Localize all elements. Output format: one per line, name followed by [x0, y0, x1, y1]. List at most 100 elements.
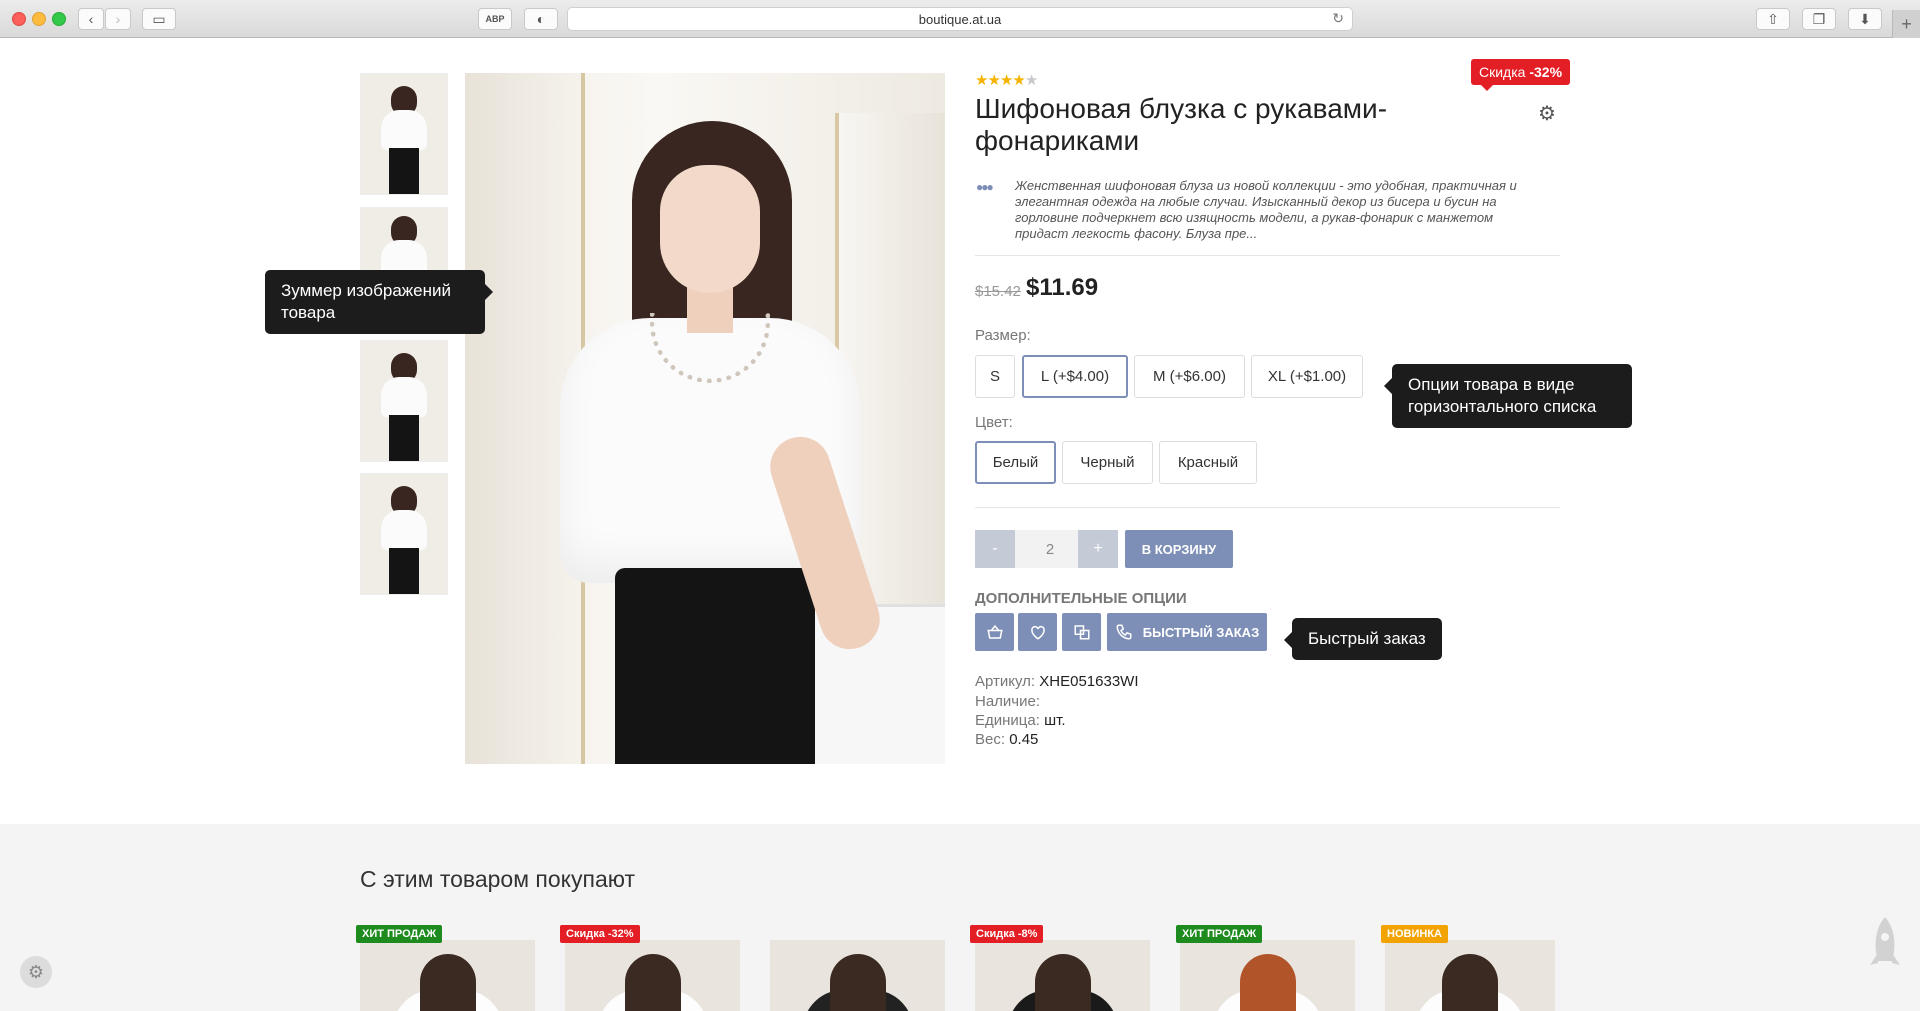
size-option-selected[interactable]: L (+$4.00) — [1022, 355, 1128, 398]
downloads-button[interactable]: ⬇ — [1848, 8, 1882, 30]
heart-icon — [1030, 625, 1045, 640]
shield-icon: ◐ — [536, 11, 546, 27]
color-option-selected[interactable]: Белый — [975, 441, 1056, 484]
star-icon: ★ — [999, 72, 1013, 89]
star-icon: ★ — [975, 72, 988, 89]
size-option[interactable]: M (+$6.00) — [1134, 355, 1245, 398]
size-label: Размер: — [975, 327, 1031, 344]
thumbnail-figure-blouse — [381, 377, 427, 417]
chevron-left-icon: ‹ — [88, 11, 94, 27]
product-description: Женственная шифоновая блуза из новой кол… — [1015, 178, 1517, 241]
add-to-cart-icon-button[interactable] — [975, 613, 1014, 651]
extra-options-label: ДОПОЛНИТЕЛЬНЫЕ ОПЦИИ — [975, 590, 1187, 607]
forward-button[interactable]: › — [105, 8, 131, 30]
card-figure-hair — [624, 954, 681, 1011]
reload-icon[interactable]: ↻ — [1332, 10, 1344, 27]
options-tooltip: Опции товара в виде горизонтального спис… — [1384, 364, 1632, 428]
related-products-section — [0, 824, 1920, 1011]
weight-label: Вес: — [975, 731, 1006, 748]
related-product-card[interactable] — [1180, 940, 1355, 1011]
star-empty-icon: ★ — [1024, 72, 1038, 89]
product-thumbnail[interactable] — [360, 340, 448, 462]
adblock-button[interactable]: ABP — [478, 8, 512, 30]
discount-prefix: Скидка — [1479, 64, 1530, 80]
related-products-title: С этим товаром покупают — [360, 866, 636, 892]
old-price: $15.42 — [975, 283, 1021, 300]
thumbnail-figure-blouse — [381, 510, 427, 550]
star-icon: ★ — [987, 72, 1000, 89]
hit-badge: ХИТ ПРОДАЖ — [356, 925, 443, 943]
new-price: $11.69 — [1026, 274, 1099, 301]
new-badge: НОВИНКА — [1381, 925, 1448, 943]
card-figure-hair — [1239, 954, 1296, 1011]
thumbnail-figure-blouse — [381, 110, 427, 150]
compare-icon — [1074, 625, 1089, 640]
product-main-image[interactable] — [465, 73, 945, 764]
quantity-input[interactable]: 2 — [1015, 530, 1085, 568]
unit-value: шт. — [1044, 712, 1066, 729]
minimize-window-button[interactable] — [32, 12, 46, 26]
color-option[interactable]: Красный — [1159, 441, 1257, 484]
extension-button[interactable]: ◐ — [524, 8, 558, 30]
color-option[interactable]: Черный — [1062, 441, 1153, 484]
discount-badge: Скидка -32% — [560, 925, 640, 943]
product-thumbnail[interactable] — [360, 73, 448, 195]
related-product-card[interactable] — [975, 940, 1150, 1011]
sidebar-icon: ▭ — [152, 10, 166, 27]
basket-icon — [986, 624, 1003, 639]
gear-icon: ⚙ — [27, 961, 45, 982]
thumbnail-figure-skirt — [389, 415, 419, 461]
card-figure-hair — [1034, 954, 1091, 1011]
product-thumbnail[interactable] — [360, 473, 448, 595]
settings-button[interactable]: ⚙ — [20, 956, 52, 988]
quantity-decrease-button[interactable]: - — [975, 530, 1015, 568]
divider — [975, 255, 1560, 256]
unit-label: Единица: — [975, 712, 1040, 729]
size-option[interactable]: S — [975, 355, 1015, 398]
hit-badge: ХИТ ПРОДАЖ — [1176, 925, 1263, 943]
download-icon: ⬇ — [1859, 10, 1871, 27]
related-product-card[interactable] — [770, 940, 945, 1011]
divider — [975, 507, 1560, 508]
star-icon: ★ — [1012, 72, 1025, 89]
quick-order-button[interactable]: БЫСТРЫЙ ЗАКАЗ — [1107, 613, 1267, 651]
zoom-tooltip: Зуммер изображений товара — [265, 270, 493, 334]
address-bar[interactable]: boutique.at.ua ↻ — [567, 7, 1353, 31]
card-figure-hair — [1442, 954, 1498, 1011]
add-to-cart-button[interactable]: В КОРЗИНУ — [1125, 530, 1233, 568]
url-text: boutique.at.ua — [918, 11, 1002, 27]
zoom-window-button[interactable] — [52, 12, 66, 26]
tabs-icon: ❐ — [1812, 10, 1826, 27]
card-figure-hair — [829, 954, 886, 1011]
quantity-increase-button[interactable]: + — [1078, 530, 1118, 568]
unit-row: Единица: шт. — [975, 712, 1066, 729]
sidebar-toggle-button[interactable]: ▭ — [142, 8, 176, 30]
adblock-icon: ABP — [485, 14, 505, 24]
plus-icon: + — [1901, 13, 1912, 34]
size-option[interactable]: XL (+$1.00) — [1251, 355, 1363, 398]
back-button[interactable]: ‹ — [78, 8, 104, 30]
stock-row: Наличие: — [975, 693, 1040, 710]
browser-toolbar: ‹ › ▭ ABP ◐ boutique.at.ua ↻ ⇧ ❐ ⬇ + — [0, 0, 1920, 38]
quick-order-tooltip: Быстрый заказ — [1284, 618, 1442, 660]
tabs-overview-button[interactable]: ❐ — [1802, 8, 1836, 30]
model-skirt — [615, 568, 815, 764]
discount-badge: Скидка -8% — [970, 925, 1044, 943]
phone-icon — [1116, 624, 1132, 640]
compare-button[interactable] — [1062, 613, 1101, 651]
gear-icon[interactable]: ⚙ — [1535, 101, 1559, 125]
sku-row: Артикул: XHE051633WI — [975, 673, 1139, 690]
thumbnail-figure-skirt — [389, 148, 419, 194]
thumbnail-figure-skirt — [389, 548, 419, 594]
share-button[interactable]: ⇧ — [1756, 8, 1790, 30]
chevron-right-icon: › — [115, 11, 121, 27]
stock-label: Наличие: — [975, 693, 1041, 710]
close-window-button[interactable] — [12, 12, 26, 26]
related-product-card[interactable] — [565, 940, 740, 1011]
related-product-card[interactable] — [360, 940, 535, 1011]
scroll-top-rocket-icon[interactable] — [1868, 915, 1902, 985]
model-face — [660, 165, 760, 293]
wishlist-button[interactable] — [1018, 613, 1057, 651]
new-tab-button[interactable]: + — [1892, 10, 1920, 38]
related-product-card[interactable] — [1385, 940, 1555, 1011]
